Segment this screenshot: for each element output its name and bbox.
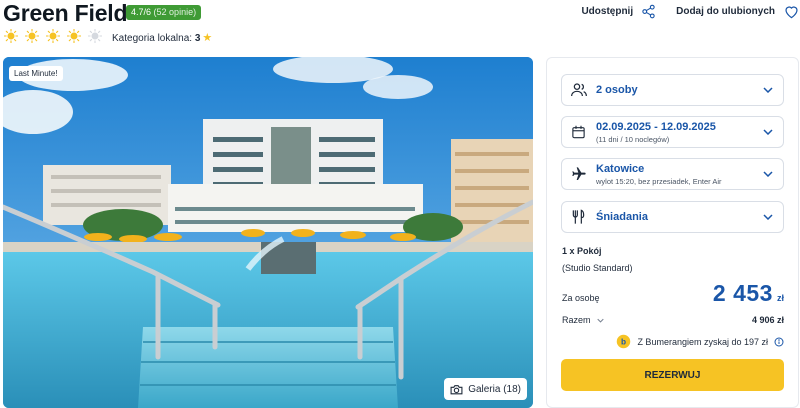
total-label: Razem	[562, 315, 591, 325]
board-select[interactable]: Śniadania	[561, 201, 784, 233]
dates-select[interactable]: 02.09.2025 - 12.09.2025 (11 dni / 10 noc…	[561, 116, 784, 148]
share-label: Udostępnij	[581, 6, 634, 17]
last-minute-badge: Last Minute!	[9, 66, 63, 81]
favorite-label: Dodaj do ulubionych	[676, 6, 775, 17]
sun-icon	[88, 29, 102, 43]
guests-value: 2 osoby	[596, 84, 638, 96]
gallery-label: Galeria (18)	[468, 383, 521, 395]
top-actions: Udostępnij Dodaj do ulubionych	[581, 4, 800, 19]
share-icon	[642, 4, 655, 19]
svg-text:b: b	[621, 338, 626, 347]
cutlery-icon	[572, 209, 585, 224]
sun-icon	[4, 29, 18, 43]
reserve-button[interactable]: REZERWUJ	[561, 359, 784, 391]
dates-sub: (11 dni / 10 noclegów)	[596, 135, 670, 144]
chevron-down-icon	[763, 87, 773, 93]
booking-panel: 2 osoby 02.09.2025 - 12.09.2025 (11 dni …	[546, 57, 799, 408]
chevron-down-icon	[763, 214, 773, 220]
price-amount: 2 453	[712, 280, 773, 306]
sun-icon	[46, 29, 60, 43]
gallery-button[interactable]: Galeria (18)	[444, 378, 527, 400]
star-icon: ★	[202, 32, 213, 44]
departure-details: wylot 15:20, bez przesiadek, Enter Air	[596, 177, 722, 186]
bumerang-logo-icon: b	[617, 334, 631, 349]
total-toggle[interactable]: Razem	[562, 315, 604, 325]
plane-icon	[572, 167, 586, 180]
share-button[interactable]: Udostępnij	[581, 4, 656, 19]
total-price: 4 906 zł	[751, 315, 784, 325]
room-quantity: 1 x Pokój	[562, 246, 602, 256]
info-icon[interactable]	[774, 337, 784, 347]
per-person-label: Za osobę	[562, 293, 600, 303]
hotel-photo[interactable]: Last Minute! Galeria (18)	[3, 57, 533, 408]
favorite-button[interactable]: Dodaj do ulubionych	[676, 4, 800, 19]
hotel-pool-image	[3, 57, 533, 408]
hotel-title: Green Field	[3, 0, 128, 26]
local-category-label: Kategoria lokalna:	[112, 33, 193, 44]
dates-value: 02.09.2025 - 12.09.2025	[596, 121, 716, 133]
guests-select[interactable]: 2 osoby	[561, 74, 784, 106]
room-type: (Studio Standard)	[562, 263, 633, 273]
board-value: Śniadania	[596, 211, 648, 223]
chevron-down-icon	[763, 171, 773, 177]
rating-score: 4.7/6	[131, 7, 152, 17]
chevron-down-icon	[596, 318, 604, 323]
local-category: Kategoria lokalna: 3 ★	[112, 31, 212, 44]
sun-icon	[25, 29, 39, 43]
calendar-icon	[572, 125, 585, 139]
sun-icon	[67, 29, 81, 43]
local-category-value: 3	[194, 33, 201, 44]
price-currency: zł	[776, 293, 784, 303]
rating-count: (52 opinie)	[153, 7, 197, 17]
chevron-down-icon	[763, 129, 773, 135]
rating-badge[interactable]: 4.7/6 (52 opinie)	[126, 5, 202, 20]
heart-icon	[785, 6, 798, 19]
departure-city: Katowice	[596, 163, 645, 175]
camera-icon	[450, 384, 463, 394]
flight-select[interactable]: Katowice wylot 15:20, bez przesiadek, En…	[561, 158, 784, 190]
price-per-person: 2 453 zł	[713, 280, 784, 307]
bumerang-text: Z Bumerangiem zyskaj do 197 zł	[637, 336, 768, 347]
people-icon	[571, 83, 587, 97]
bumerang-info: b Z Bumerangiem zyskaj do 197 zł	[616, 334, 784, 349]
sun-rating	[4, 29, 102, 43]
